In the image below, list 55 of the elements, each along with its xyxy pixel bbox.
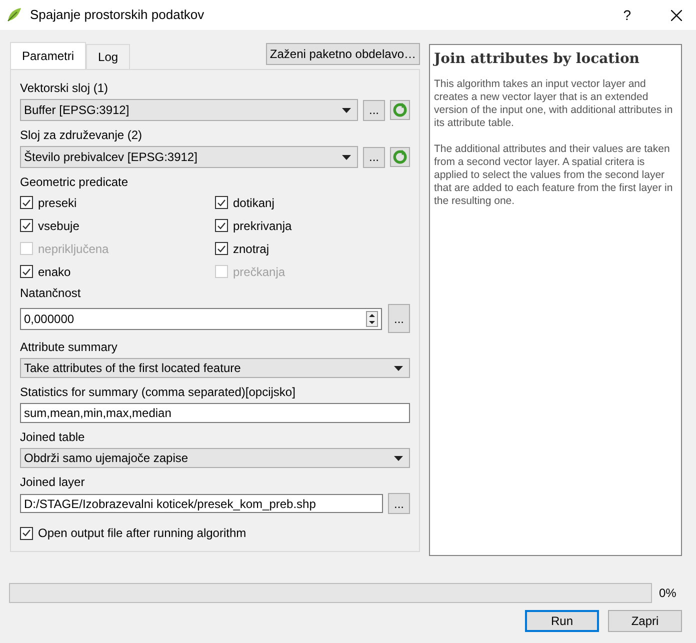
- field-label: Vektorski sloj (1): [20, 80, 110, 97]
- checkbox-label: dotikanj: [233, 194, 274, 212]
- tab[interactable]: Log: [86, 44, 130, 69]
- dropdown[interactable]: Obdrži samo ujemajoče zapise: [20, 448, 410, 468]
- progress-percent: 0%: [659, 585, 678, 602]
- checkbox[interactable]: [215, 242, 228, 255]
- checkbox-label: preseki: [38, 194, 77, 212]
- dropdown[interactable]: Take attributes of the first located feature: [20, 358, 410, 378]
- field-label: Sloj za združevanje (2): [20, 127, 144, 144]
- number-field[interactable]: 0,000000: [20, 308, 382, 330]
- checkbox-label: znotraj: [233, 240, 270, 258]
- checkbox-label: vsebuje: [38, 218, 80, 234]
- checkbox-label: prečkanja: [233, 264, 286, 280]
- layer-dropdown[interactable]: Število prebivalcev [EPSG:3912]: [20, 146, 358, 168]
- checkbox-label: prekrivanja: [233, 218, 292, 234]
- browse-button[interactable]: ...: [363, 100, 385, 120]
- spin-arrows-icon[interactable]: [366, 310, 378, 326]
- dropdown-arrow-icon: [394, 456, 403, 460]
- browse-button[interactable]: ...: [388, 493, 410, 514]
- close-icon[interactable]: [671, 10, 682, 20]
- dropdown-arrow-icon: [342, 154, 351, 160]
- browse-button[interactable]: ...: [363, 146, 385, 168]
- checkbox[interactable]: [20, 526, 33, 540]
- checkbox-label: nepriključena: [38, 240, 109, 258]
- batch-process-button[interactable]: Zaženi paketno obdelavo…: [266, 43, 420, 65]
- tab[interactable]: Parametri: [10, 42, 86, 69]
- field-label: Statistics for summary (comma separated)[opcijsko]: [20, 384, 296, 401]
- dropdown-arrow-icon: [342, 108, 351, 112]
- dropdown-arrow-icon: [394, 366, 403, 370]
- file-path-field[interactable]: D:/STAGE/Izobrazevalni koticek/presek_kom_preb.shp: [20, 494, 383, 513]
- window-title: Spajanje prostorskih podatkov: [30, 6, 204, 24]
- help-paragraph: The additional attributes and their values are taken from a second vector layer. A spatial critera is applied to select the values from the second layer that are added to each feature from the first layer in the resulting one.: [434, 143, 674, 208]
- field-label: Geometric predicate: [20, 174, 130, 191]
- help-title: Join attributes by location: [434, 50, 640, 69]
- help-button[interactable]: ?: [623, 4, 631, 26]
- checkbox[interactable]: [215, 196, 228, 209]
- refresh-icon[interactable]: [390, 147, 410, 167]
- field-label: Attribute summary: [20, 339, 118, 356]
- layer-dropdown[interactable]: Buffer [EPSG:3912]: [20, 99, 358, 121]
- checkbox[interactable]: [20, 265, 33, 278]
- dialog-button[interactable]: Run: [525, 610, 599, 632]
- checkbox[interactable]: [20, 196, 33, 209]
- field-label: Natančnost: [20, 285, 82, 302]
- checkbox[interactable]: [215, 219, 228, 232]
- field-label: Joined layer: [20, 474, 86, 491]
- checkbox-label: Open output file after running algorithm: [38, 525, 246, 542]
- leaf-logo-icon: [6, 7, 22, 23]
- checkbox-label: enako: [38, 264, 71, 280]
- checkbox[interactable]: [20, 219, 33, 232]
- refresh-icon[interactable]: [390, 100, 410, 120]
- dialog-button[interactable]: Zapri: [608, 610, 682, 632]
- help-paragraph: This algorithm takes an input vector layer and creates a new vector layer that is an extended version of the input one, with additional attributes in its attribute table.: [434, 78, 674, 130]
- field-label: Joined table: [20, 429, 86, 446]
- browse-button[interactable]: ...: [388, 304, 410, 333]
- text-field[interactable]: sum,mean,min,max,median: [20, 403, 410, 423]
